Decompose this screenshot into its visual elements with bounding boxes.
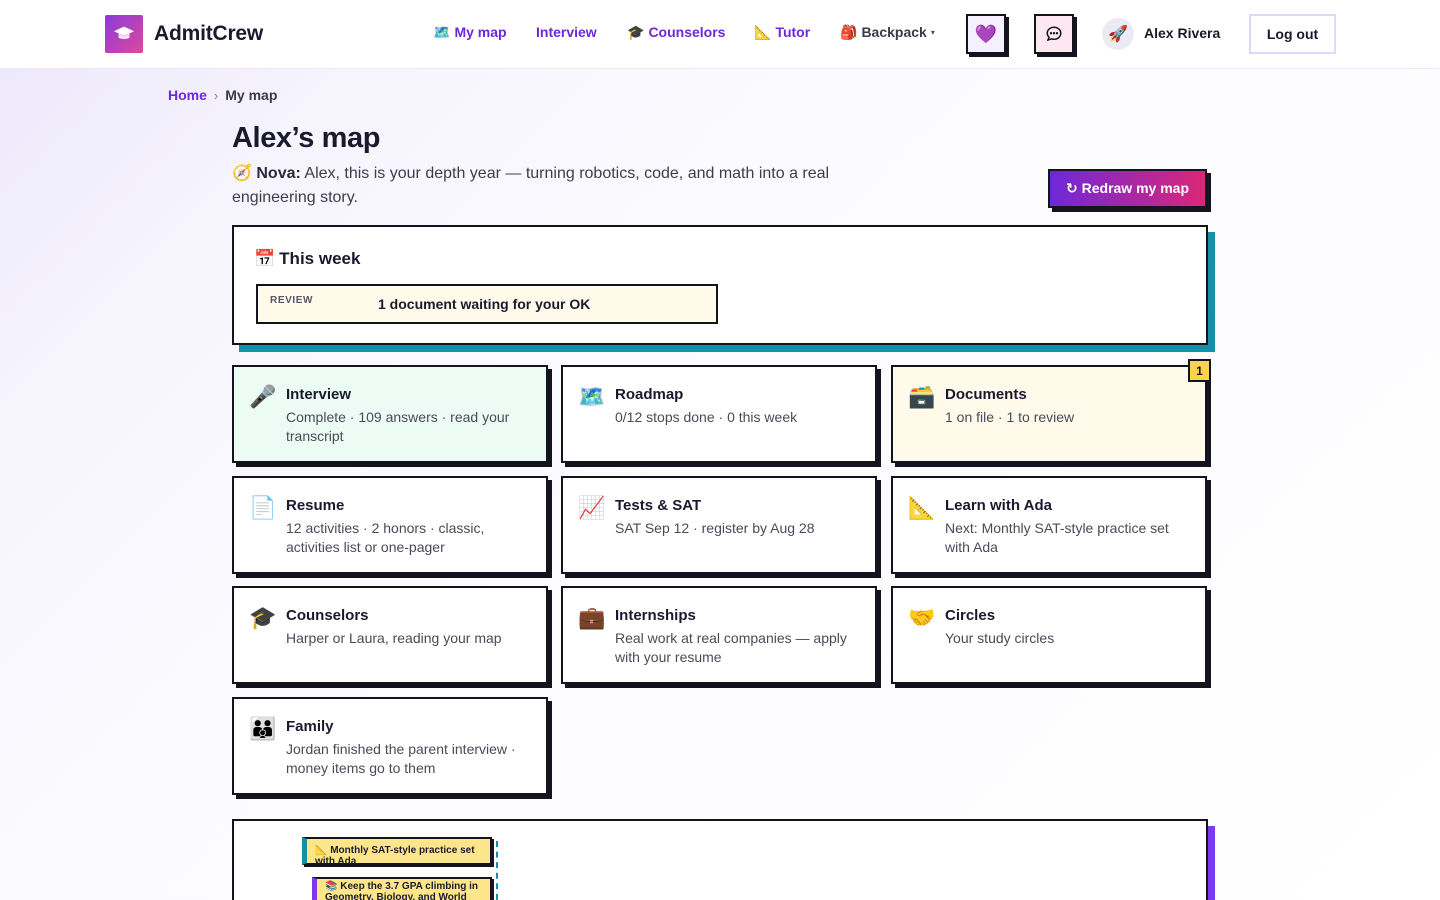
chat-bubble-icon <box>1046 26 1062 42</box>
card-subtitle: Complete · 109 answers · read your trans… <box>286 409 510 444</box>
card-circles[interactable]: 🤝 Circles Your study circles <box>891 586 1207 684</box>
card-documents[interactable]: 🗃️ Documents 1 on file · 1 to review 1 <box>891 359 1211 463</box>
review-item[interactable]: REVIEW 1 document waiting for your OK <box>256 284 718 324</box>
card-title: Family <box>286 718 334 735</box>
calendar-icon: 📅 <box>254 249 276 268</box>
graduation-cap-icon: 🎓 <box>249 605 277 630</box>
microphone-icon: 🎤 <box>249 384 277 409</box>
compass-icon: 🧭 <box>232 165 252 182</box>
nova-name: Nova: <box>256 165 301 182</box>
this-week-panel: 📅 This week REVIEW 1 document waiting for… <box>232 225 1208 345</box>
card-resume[interactable]: 📄 Resume 12 activities · 2 honors · clas… <box>232 476 548 574</box>
nav-interview-label: Interview <box>536 24 597 40</box>
triangle-ruler-icon: 📐 <box>908 495 936 520</box>
briefcase-icon: 💼 <box>578 605 606 630</box>
nav-tutor-label: Tutor <box>775 24 811 40</box>
user-name[interactable]: Alex Rivera <box>1144 25 1220 41</box>
breadcrumb-home-link[interactable]: Home <box>168 87 207 103</box>
breadcrumb: Home › My map <box>168 87 277 103</box>
card-subtitle: Real work at real companies — apply with… <box>615 630 847 665</box>
review-text: 1 document waiting for your OK <box>378 296 591 312</box>
review-tag: REVIEW <box>270 295 314 306</box>
chat-button[interactable] <box>1034 14 1074 54</box>
card-subtitle: Harper or Laura, reading your map <box>286 630 502 646</box>
card-title: Counselors <box>286 607 369 624</box>
nav-my-map-label: My map <box>454 24 507 40</box>
card-title: Resume <box>286 497 345 514</box>
brand[interactable]: AdmitCrew <box>105 15 263 53</box>
avatar[interactable]: 🚀 <box>1102 18 1134 50</box>
card-subtitle: 0/12 stops done · 0 this week <box>615 409 798 425</box>
card-interview[interactable]: 🎤 Interview Complete · 109 answers · rea… <box>232 365 548 463</box>
nav-tutor[interactable]: 📐 Tutor <box>754 24 810 41</box>
card-title: Circles <box>945 607 996 624</box>
card-title: Internships <box>615 607 696 624</box>
graduation-cap-icon: 🎓 <box>627 24 645 40</box>
chart-increasing-icon: 📈 <box>578 495 606 520</box>
card-learn-with-ada[interactable]: 📐 Learn with Ada Next: Monthly SAT-style… <box>891 476 1207 574</box>
breadcrumb-current: My map <box>225 87 278 103</box>
count-badge: 1 <box>1188 359 1211 382</box>
card-internships[interactable]: 💼 Internships Real work at real companie… <box>561 586 877 684</box>
card-title: Learn with Ada <box>945 497 1052 514</box>
brand-name: AdmitCrew <box>154 22 264 45</box>
family-icon: 👪 <box>249 716 277 741</box>
triangle-ruler-icon: 📐 <box>754 24 772 40</box>
heart-icon: 💜 <box>974 23 998 44</box>
redraw-map-button[interactable]: ↻ Redraw my map <box>1048 169 1207 208</box>
favorites-button[interactable]: 💜 <box>966 14 1006 54</box>
nav-my-map[interactable]: 🗺️ My map <box>433 24 507 41</box>
card-subtitle: 1 on file · 1 to review <box>945 409 1075 425</box>
chevron-right-icon: › <box>213 87 219 103</box>
card-title: Roadmap <box>615 386 684 403</box>
card-subtitle: Jordan finished the parent interview · m… <box>286 741 516 776</box>
document-icon: 📄 <box>249 495 277 520</box>
nav-counselors-label: Counselors <box>648 24 726 40</box>
card-subtitle: Next: Monthly SAT-style practice set wit… <box>945 520 1169 555</box>
rocket-icon: 🚀 <box>1108 26 1128 43</box>
this-week-title: This week <box>279 249 361 268</box>
nav-interview[interactable]: Interview <box>536 24 597 40</box>
card-file-box-icon: 🗃️ <box>908 384 936 409</box>
nav-counselors[interactable]: 🎓 Counselors <box>627 24 725 41</box>
card-family[interactable]: 👪 Family Jordan finished the parent inte… <box>232 697 548 795</box>
card-subtitle: 12 activities · 2 honors · classic, acti… <box>286 520 485 555</box>
map-node[interactable]: 📐 Monthly SAT-style practice set with Ad… <box>302 837 492 867</box>
card-subtitle: SAT Sep 12 · register by Aug 28 <box>615 520 815 536</box>
map-preview-panel: 📐 Monthly SAT-style practice set with Ad… <box>232 819 1208 900</box>
card-subtitle: Your study circles <box>945 630 1055 646</box>
nova-message: 🧭 Nova: Alex, this is your depth year — … <box>232 162 892 210</box>
nav-backpack-dropdown[interactable]: 🎒 Backpack ▾ <box>840 24 935 41</box>
top-navbar: AdmitCrew 🗺️ My map Interview 🎓 Counselors… <box>0 0 1440 69</box>
nova-message-text: Alex, this is your depth year — turning … <box>232 165 830 206</box>
chevron-down-icon: ▾ <box>930 28 935 37</box>
this-week-heading: 📅 This week <box>254 249 360 269</box>
card-title: Documents <box>945 386 1027 403</box>
logout-button[interactable]: Log out <box>1249 14 1336 54</box>
graduation-cap-icon <box>105 15 143 53</box>
card-title: Interview <box>286 386 352 403</box>
map-icon: 🗺️ <box>578 384 606 409</box>
backpack-icon: 🎒 <box>840 24 858 40</box>
card-roadmap[interactable]: 🗺️ Roadmap 0/12 stops done · 0 this week <box>561 365 877 463</box>
map-node[interactable]: 📚 Keep the 3.7 GPA climbing in Geometry,… <box>312 877 492 900</box>
map-connector <box>496 841 498 900</box>
card-tests-sat[interactable]: 📈 Tests & SAT SAT Sep 12 · register by A… <box>561 476 877 574</box>
card-counselors[interactable]: 🎓 Counselors Harper or Laura, reading yo… <box>232 586 548 684</box>
handshake-icon: 🤝 <box>908 605 936 630</box>
nav-backpack-label: Backpack <box>861 24 927 40</box>
card-title: Tests & SAT <box>615 497 702 514</box>
page-title: Alex’s map <box>232 122 381 154</box>
map-icon: 🗺️ <box>433 24 451 40</box>
